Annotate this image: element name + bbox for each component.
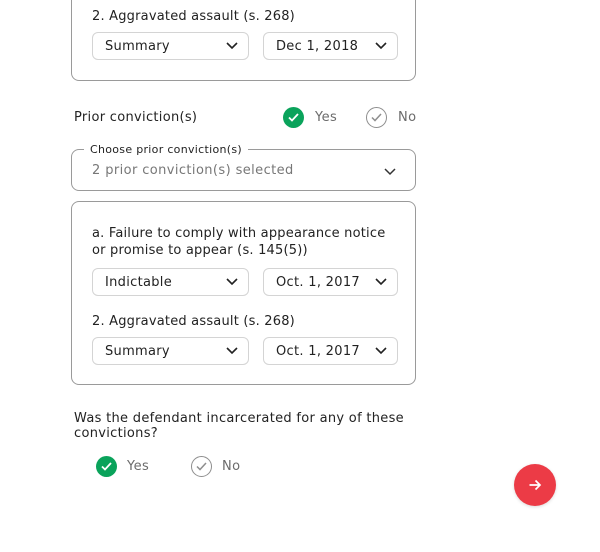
check-icon (371, 113, 382, 122)
incarcerated-no-radio[interactable] (191, 456, 212, 477)
check-icon (196, 462, 207, 471)
incarcerated-yes-label[interactable]: Yes (127, 459, 149, 474)
dropdown-value: Summary (105, 344, 170, 359)
chevron-down-icon (375, 42, 387, 50)
charge-type-dropdown[interactable]: Summary (92, 32, 249, 60)
check-icon (101, 462, 112, 471)
dropdown-value: Indictable (105, 275, 173, 290)
prior-no-label[interactable]: No (398, 110, 416, 125)
chevron-down-icon (375, 347, 387, 355)
prior-yes-radio[interactable] (283, 107, 304, 128)
prior-charge-title: a. Failure to comply with appearance not… (92, 225, 385, 259)
dropdown-value: Oct. 1, 2017 (276, 344, 360, 359)
prior-charge-date-dropdown[interactable]: Oct. 1, 2017 (263, 337, 398, 365)
chevron-down-icon (375, 278, 387, 286)
dropdown-value: Dec 1, 2018 (276, 39, 359, 54)
charge-title-line: or promise to appear (s. 145(5)) (92, 243, 308, 258)
arrow-right-icon (529, 479, 542, 491)
incarcerated-yes-radio[interactable] (96, 456, 117, 477)
next-button[interactable] (514, 464, 556, 506)
incarcerated-question: Was the defendant incarcerated for any o… (74, 411, 404, 441)
prior-yes-label[interactable]: Yes (315, 110, 337, 125)
chevron-down-icon (226, 278, 238, 286)
dropdown-value: Oct. 1, 2017 (276, 275, 360, 290)
charge-title: 2. Aggravated assault (s. 268) (92, 9, 295, 24)
prior-convictions-select-legend: Choose prior conviction(s) (84, 143, 248, 156)
prior-convictions-label: Prior conviction(s) (74, 110, 198, 125)
prior-charge-type-dropdown[interactable]: Indictable (92, 268, 249, 296)
question-line: Was the defendant incarcerated for any o… (74, 411, 404, 426)
question-line: convictions? (74, 426, 158, 441)
current-charge-card: 2. Aggravated assault (s. 268) Summary D… (71, 0, 416, 81)
prior-convictions-select-value[interactable]: 2 prior conviction(s) selected (92, 163, 294, 178)
charge-date-dropdown[interactable]: Dec 1, 2018 (263, 32, 398, 60)
charge-title-line: a. Failure to comply with appearance not… (92, 226, 386, 241)
prior-charge-type-dropdown[interactable]: Summary (92, 337, 249, 365)
incarcerated-no-label[interactable]: No (222, 459, 240, 474)
prior-no-radio[interactable] (366, 107, 387, 128)
prior-charge-date-dropdown[interactable]: Oct. 1, 2017 (263, 268, 398, 296)
chevron-down-icon (226, 42, 238, 50)
prior-charge-title: 2. Aggravated assault (s. 268) (92, 314, 295, 329)
chevron-down-icon (226, 347, 238, 355)
check-icon (288, 113, 299, 122)
chevron-down-icon[interactable] (383, 167, 397, 177)
dropdown-value: Summary (105, 39, 170, 54)
prior-convictions-card: a. Failure to comply with appearance not… (71, 201, 416, 385)
